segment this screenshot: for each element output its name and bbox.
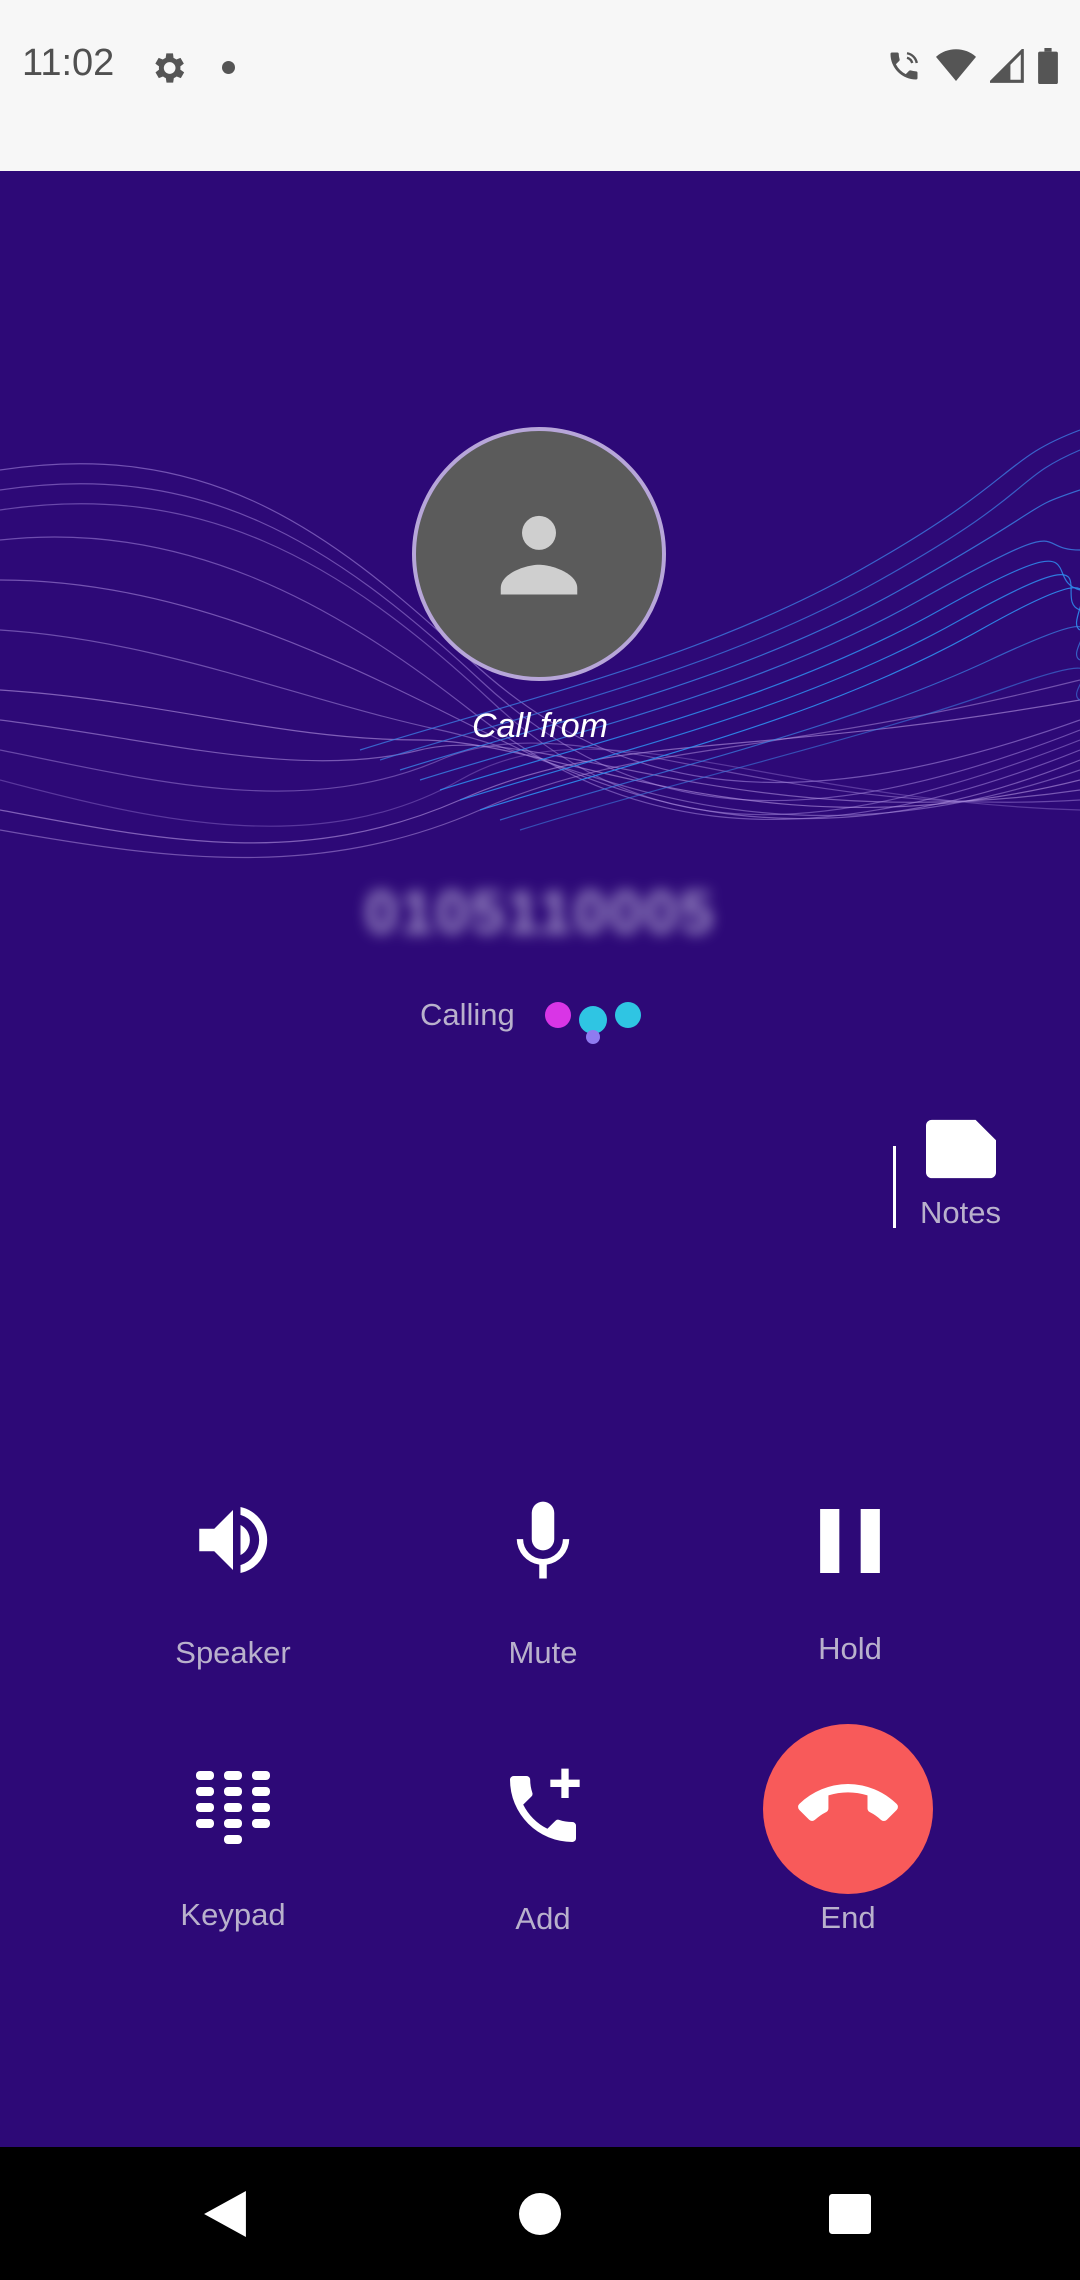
microphone-icon — [516, 1501, 570, 1579]
mute-label: Mute — [508, 1635, 578, 1670]
status-bar: 11:02 — [0, 0, 1080, 171]
pause-icon — [820, 1509, 880, 1573]
end-call-button[interactable] — [763, 1724, 933, 1894]
status-icons — [886, 46, 1058, 86]
battery-icon — [1038, 48, 1058, 84]
call-header: Call from — [471, 707, 609, 745]
note-icon — [926, 1119, 996, 1179]
hang-up-icon — [798, 1784, 898, 1822]
person-icon — [500, 515, 578, 595]
notes-button[interactable]: Notes — [908, 1115, 1013, 1240]
settings-gear-icon — [155, 53, 185, 83]
speaker-button[interactable]: Speaker — [133, 1495, 333, 1670]
notification-dot-icon — [222, 61, 235, 74]
back-icon[interactable] — [204, 2191, 246, 2237]
add-call-label: Add — [515, 1901, 571, 1936]
call-status: Calling — [420, 990, 653, 1044]
hold-label: Hold — [818, 1631, 882, 1666]
notes-divider — [893, 1146, 896, 1228]
call-status-text: Calling — [420, 997, 515, 1032]
calling-dots-icon — [543, 990, 653, 1044]
cell-signal-icon — [990, 49, 1024, 83]
recents-icon[interactable] — [829, 2194, 871, 2234]
hold-button[interactable]: Hold — [750, 1495, 950, 1666]
caller-number: 0105110005 — [364, 879, 716, 946]
speaker-label: Speaker — [175, 1635, 291, 1670]
end-call-label: End — [820, 1900, 876, 1935]
add-call-button[interactable]: Add — [443, 1765, 643, 1936]
mute-button[interactable]: Mute — [443, 1495, 643, 1670]
keypad-button[interactable]: Keypad — [133, 1765, 333, 1935]
home-icon[interactable] — [519, 2193, 561, 2235]
end-call-caption: End — [748, 1900, 948, 1950]
call-screen: 11:02 Call from 0105110005 Calling Notes… — [0, 0, 1080, 2280]
wifi-call-icon — [890, 52, 918, 80]
keypad-label: Keypad — [180, 1897, 286, 1932]
caller-avatar — [412, 427, 666, 681]
dialpad-icon — [196, 1771, 270, 1844]
notes-label: Notes — [920, 1195, 1001, 1230]
status-time: 11:02 — [22, 42, 115, 84]
add-call-icon — [510, 1768, 580, 1842]
navigation-bar — [0, 2147, 1080, 2280]
wifi-icon — [936, 49, 976, 81]
speaker-icon — [199, 1507, 268, 1573]
